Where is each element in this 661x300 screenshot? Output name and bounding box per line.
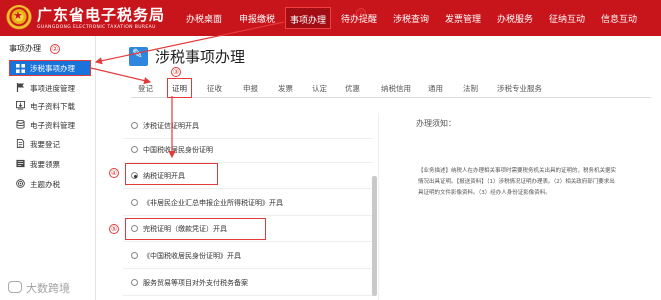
flag-icon [16,83,25,92]
step-badge-1: ① [356,8,366,18]
highlight-selected-item [125,163,218,185]
list-item-label: 《非居民企业汇总申报企业所得税证明》开具 [143,199,283,207]
app-root: 广东省电子税务局 GUANGDONG ELECTRONIC TAXATION B… [0,0,661,300]
sidebar-item-invoice[interactable]: 我要领票 [0,156,96,172]
watermark-icon [8,281,22,293]
category-tabs: 登记 证明 征收 申报 发票 认定 优惠 纳税信用 通用 法制 涉税专业服务 [131,78,651,98]
target-icon [16,179,25,188]
nav-interaction[interactable]: 征纳互动 [549,12,585,25]
radio-button[interactable] [131,122,138,129]
edit-icon [129,47,148,66]
list-item-label: 《中国税收居民身份证明》开具 [143,252,241,260]
nav-tax-query[interactable]: 涉税查询 [393,12,429,25]
list-scrollbar[interactable] [372,176,377,296]
nav-declare-pay[interactable]: 申报缴税 [239,12,275,25]
tab-legal[interactable]: 法制 [463,83,478,94]
sidebar-item-label: 电子资料管理 [30,121,75,130]
nav-invoice[interactable]: 发票管理 [445,12,481,25]
list-item[interactable]: 《中国税收居民身份证明》开具 [123,243,373,269]
radio-button[interactable] [131,252,138,259]
ticket-icon [16,159,25,168]
tab-declare[interactable]: 申报 [243,83,258,94]
page-title: 涉税事项办理 [155,48,246,66]
radio-button[interactable] [131,279,138,286]
database-icon [16,120,25,129]
tab-general[interactable]: 通用 [428,83,443,94]
top-nav: 办税桌面 申报缴税 事项办理 待办提醒 涉税查询 发票管理 办税服务 征纳互动 … [0,0,661,36]
notice-body: 【业务描述】纳税人在办理相关事项时需要税务机关出具的证明的，税务机关据实情况出具… [418,168,617,196]
nav-info[interactable]: 信息互动 [601,12,637,25]
list-item[interactable]: 中国税收居民身份证明 [123,137,373,163]
sidebar-item-theme[interactable]: 主题办税 [0,176,96,192]
top-header: 广东省电子税务局 GUANGDONG ELECTRONIC TAXATION B… [0,0,661,36]
step-badge-3: ③ [171,67,181,77]
radio-button[interactable] [131,146,138,153]
tab-preferential[interactable]: 优惠 [345,83,360,94]
list-item[interactable]: 涉税证信证明开具 [123,113,373,139]
sidebar-item-register[interactable]: 我要登记 [0,136,96,152]
radio-button[interactable] [131,199,138,206]
nav-matters[interactable]: 事项办理 [285,7,332,29]
sidebar-item-download[interactable]: 电子资料下载 [0,98,96,114]
tab-certificate[interactable]: 证明 [167,78,192,98]
tab-recognition[interactable]: 认定 [312,83,327,94]
tab-professional[interactable]: 涉税专业服务 [497,83,542,94]
sidebar-item-label: 电子资料下载 [30,102,75,111]
left-sidebar: 事项办理 涉税事项办理 事项进度管理 电子资料下载 电子资料管理 我要登记 我要… [0,36,96,300]
download-icon [16,101,25,110]
nav-desktop[interactable]: 办税桌面 [186,12,222,25]
sidebar-item-tax-matters[interactable]: 涉税事项办理 [9,60,91,76]
document-icon [16,139,25,148]
tab-invoice[interactable]: 发票 [278,83,293,94]
sidebar-item-label: 涉税事项办理 [30,64,75,73]
sidebar-title: 事项办理 [9,44,41,53]
list-item-label: 中国税收居民身份证明 [143,146,213,154]
sidebar-item-label: 我要领票 [30,160,60,169]
watermark-text: 大数跨境 [26,282,70,295]
nav-service[interactable]: 办税服务 [497,12,533,25]
sidebar-item-progress[interactable]: 事项进度管理 [0,80,96,96]
highlight-certificate-item [125,218,266,240]
tab-register[interactable]: 登记 [138,83,153,94]
sidebar-item-label: 事项进度管理 [30,84,75,93]
grid-icon [16,64,25,73]
list-item[interactable]: 《非居民企业汇总申报企业所得税证明》开具 [123,190,373,216]
tab-levy[interactable]: 征收 [207,83,222,94]
matter-list: 涉税证信证明开具 中国税收居民身份证明 纳税证明开具 《非居民企业汇总申报企业所… [123,113,379,300]
step-badge-4: ④ [109,168,119,178]
step-badge-5: ⑤ [109,224,119,234]
tab-credit[interactable]: 纳税信用 [381,83,411,94]
list-item-label: 服务贸易等项目对外支付税务备案 [143,279,248,287]
sidebar-item-manage[interactable]: 电子资料管理 [0,117,96,133]
list-item-label: 涉税证信证明开具 [143,122,199,130]
sidebar-item-label: 主题办税 [30,180,60,189]
list-item[interactable]: 服务贸易等项目对外支付税务备案 [123,270,373,296]
sidebar-item-label: 我要登记 [30,140,60,149]
notice-title: 办理须知： [416,119,456,128]
step-badge-2: ② [50,44,60,54]
